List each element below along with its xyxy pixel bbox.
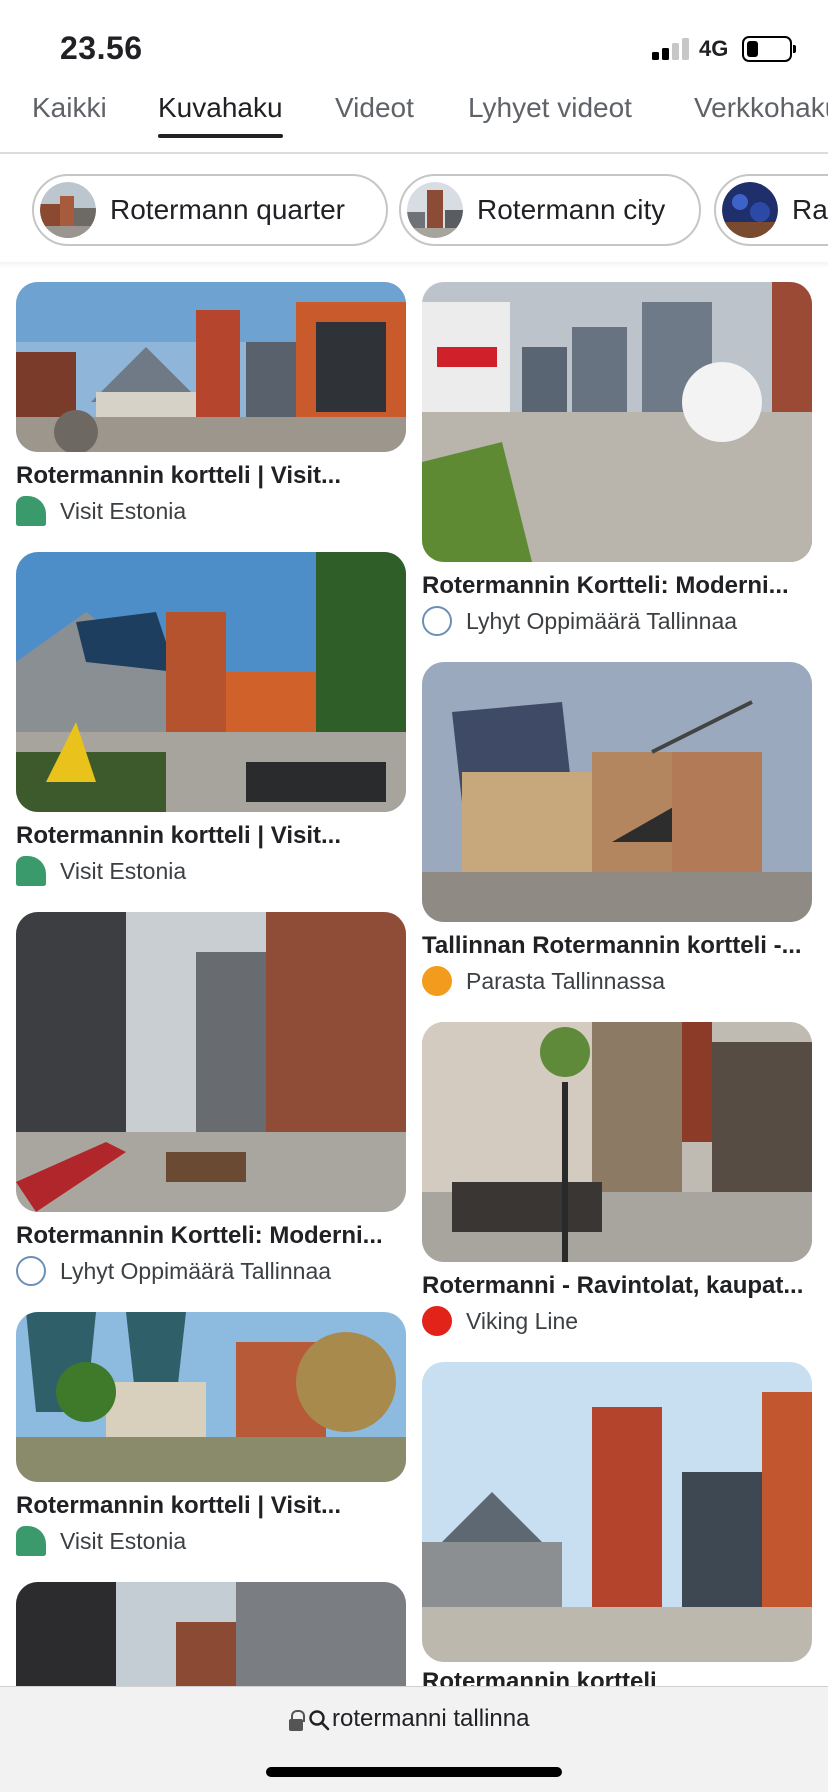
result-card[interactable]: Rotermannin kortteli | Visit... Visit Es… — [16, 282, 406, 532]
browser-address-bar[interactable]: rotermanni tallinna — [0, 1686, 828, 1792]
chip-label: Ravintolat — [792, 194, 828, 225]
chip-thumbnail — [722, 182, 778, 238]
result-source: Viking Line — [422, 1306, 578, 1336]
chip-thumbnail — [407, 182, 463, 238]
battery-icon — [742, 36, 796, 62]
result-image — [16, 1582, 406, 1686]
lock-icon — [289, 1710, 305, 1733]
result-image — [422, 1362, 812, 1662]
tab-lyhyet-videot[interactable]: Lyhyet videot — [468, 92, 632, 124]
status-bar: 23.56 4G — [0, 0, 828, 80]
visit-estonia-favicon-icon — [16, 1526, 46, 1556]
result-source: Parasta Tallinnassa — [422, 966, 665, 996]
chip-rotermann-quarter[interactable]: Rotermann quarter — [32, 174, 388, 246]
result-image — [422, 282, 812, 562]
result-image — [16, 282, 406, 452]
result-source: Visit Estonia — [16, 496, 186, 526]
result-card[interactable]: Rotermannin kortteli | Visit... Visit Es… — [16, 552, 406, 892]
result-image — [16, 552, 406, 812]
related-search-chips: Rotermann quarter Rotermann city Ravi — [0, 172, 828, 248]
chip-thumbnail — [40, 182, 96, 238]
result-title: Rotermannin kortteli — [422, 1668, 657, 1686]
result-title: Rotermannin Kortteli: Moderni... — [16, 1222, 383, 1249]
chip-rotermann-city[interactable]: Rotermann city — [399, 174, 701, 246]
result-card[interactable]: Rotermannin kortteli — [422, 1362, 812, 1686]
address-query: rotermanni tallinna — [332, 1705, 530, 1732]
result-image — [422, 662, 812, 922]
tab-kaikki[interactable]: Kaikki — [32, 92, 107, 124]
result-source: Visit Estonia — [16, 856, 186, 886]
result-title: Tallinnan Rotermannin kortteli -... — [422, 932, 802, 959]
result-card[interactable]: Rotermanni - Ravintolat, kaupat... Vikin… — [422, 1022, 812, 1342]
result-card[interactable]: Rotermannin Kortteli: Moderni... Lyhyt O… — [422, 282, 812, 636]
status-time: 23.56 — [60, 30, 143, 66]
chip-label: Rotermann quarter — [110, 194, 346, 225]
chip-ravintolat[interactable]: Ravintolat — [714, 174, 828, 246]
parasta-tallinnassa-favicon-icon — [422, 966, 452, 996]
network-type: 4G — [699, 36, 729, 61]
result-card[interactable]: Rotermannin kortteli | Visit... Visit Es… — [16, 1312, 406, 1562]
result-source: Lyhyt Oppimäärä Tallinnaa — [16, 1256, 331, 1286]
result-image — [16, 1312, 406, 1482]
viking-line-favicon-icon — [422, 1306, 452, 1336]
home-indicator[interactable] — [266, 1767, 562, 1777]
result-image — [422, 1022, 812, 1262]
result-title: Rotermannin kortteli | Visit... — [16, 462, 341, 489]
result-card[interactable]: Rotermannin Kortteli: Moderni... Lyhyt O… — [16, 912, 406, 1292]
visit-estonia-favicon-icon — [16, 856, 46, 886]
tab-verkkohaku[interactable]: Verkkohaku — [694, 92, 828, 124]
result-title: Rotermannin Kortteli: Moderni... — [422, 572, 789, 599]
lyhyt-oppimaara-favicon-icon — [422, 606, 452, 636]
result-title: Rotermannin kortteli | Visit... — [16, 822, 341, 849]
result-source: Lyhyt Oppimäärä Tallinnaa — [422, 606, 737, 636]
header-shadow — [0, 262, 828, 268]
search-icon — [309, 1710, 330, 1731]
result-title: Rotermannin kortteli | Visit... — [16, 1492, 341, 1519]
lyhyt-oppimaara-favicon-icon — [16, 1256, 46, 1286]
chip-label: Rotermann city — [477, 194, 666, 225]
result-card[interactable] — [16, 1582, 406, 1686]
result-card[interactable]: Tallinnan Rotermannin kortteli -... Para… — [422, 662, 812, 1002]
result-image — [16, 912, 406, 1212]
search-type-tabs: Kaikki Kuvahaku Videot Lyhyet videot Ver… — [0, 84, 828, 154]
visit-estonia-favicon-icon — [16, 496, 46, 526]
tab-videot[interactable]: Videot — [335, 92, 414, 124]
tab-kuvahaku[interactable]: Kuvahaku — [158, 92, 283, 138]
cellular-signal-icon — [652, 38, 689, 60]
result-title: Rotermanni - Ravintolat, kaupat... — [422, 1272, 804, 1299]
result-source: Visit Estonia — [16, 1526, 186, 1556]
